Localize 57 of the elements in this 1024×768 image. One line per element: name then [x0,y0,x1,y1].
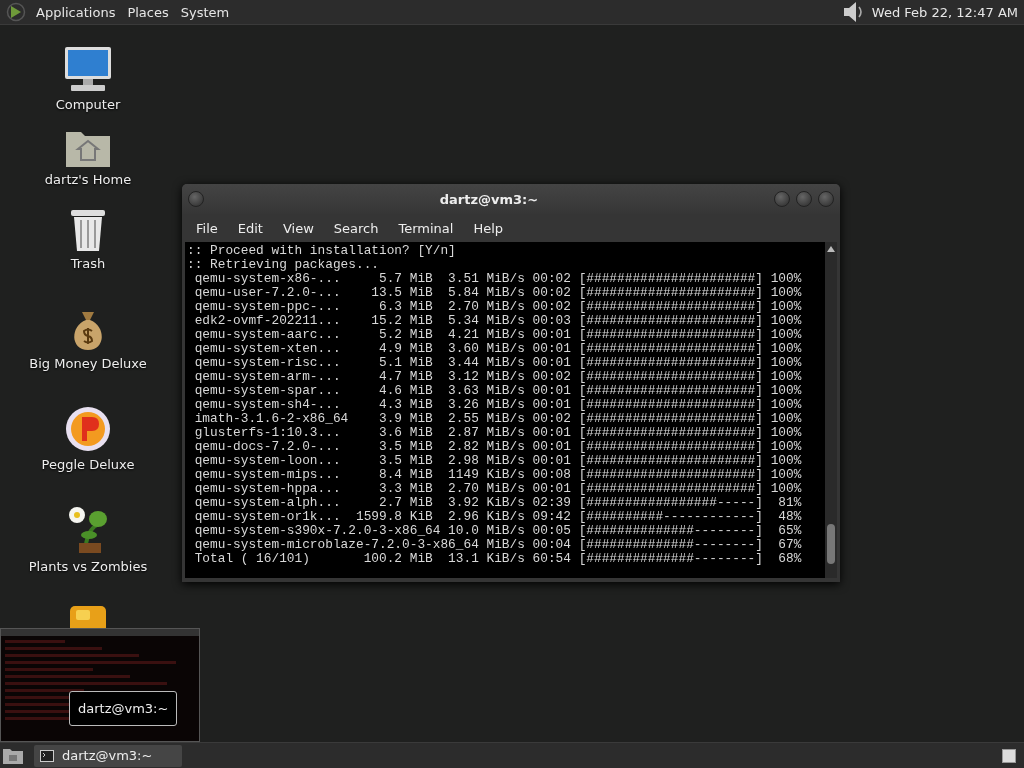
game-icon[interactable] [68,604,108,628]
terminal-icon [40,749,54,762]
terminal-line: qemu-system-alph... 2.7 MiB 3.92 KiB/s 02:39 [#################-----] 81% [193,496,803,510]
terminal-line: qemu-system-x86-... 5.7 MiB 3.51 MiB/s 00:02 [######################] 100% [193,272,803,286]
show-desktop-icon[interactable] [2,746,24,765]
workspace-switcher[interactable] [1002,748,1016,763]
minimize-button[interactable] [774,191,790,207]
menu-item[interactable]: Help [463,220,514,236]
terminal-line: qemu-system-s390x-7.2.0-3-x86_64 10.0 MiB/s 00:05 [##############--------] 65% [193,524,803,538]
desktop-icon-label[interactable]: Plants vs Zombies [28,559,148,574]
menu-item[interactable]: View [272,220,324,236]
menu-item[interactable]: Edit [227,220,273,236]
close-button[interactable] [818,191,834,207]
terminal-line: qemu-system-spar... 4.6 MiB 3.63 MiB/s 00:01 [######################] 100% [193,384,803,398]
scrollbar[interactable] [825,242,837,578]
window-menu-button[interactable] [188,191,204,207]
terminal-line: imath-3.1.6-2-x86_64 3.9 MiB 2.55 MiB/s 00:02 [######################] 100% [193,412,803,426]
terminal-line: qemu-system-loon... 3.5 MiB 2.98 MiB/s 00:01 [######################] 100% [193,454,803,468]
desktop-icon-label[interactable]: Peggle Deluxe [41,457,135,472]
window-preview-label: dartz@vm3:~ [69,691,178,726]
peggle-ball-icon[interactable] [64,405,112,453]
terminal-line: :: Proceed with installation? [Y/n] [187,244,457,258]
terminal-line: :: Retrieving packages... [187,258,380,272]
desktop-icon-label[interactable]: Big Money Deluxe [29,356,147,371]
terminal-line: edk2-ovmf-202211... 15.2 MiB 5.34 MiB/s 00:03 [######################] 100% [193,314,803,328]
terminal-line: qemu-user-7.2.0-... 13.5 MiB 5.84 MiB/s 00:02 [######################] 100% [193,286,803,300]
terminal-line: qemu-system-or1k... 1599.8 KiB 2.96 KiB/s 09:42 [##########------------] 48% [193,510,803,524]
desktop-icon-label[interactable]: Trash [70,256,106,271]
menu-item[interactable]: Terminal [388,220,464,236]
panel-menu[interactable]: System [180,4,230,20]
menu-item[interactable]: File [186,220,228,236]
trash-icon[interactable] [68,208,108,252]
scroll-up-icon[interactable] [827,246,835,252]
taskbar-button[interactable]: dartz@vm3:~ [34,744,183,767]
scrollbar-thumb[interactable] [827,524,835,564]
menu-logo-icon[interactable] [6,2,26,22]
terminal-line: qemu-system-aarc... 5.2 MiB 4.21 MiB/s 00:01 [######################] 100% [193,328,803,342]
desktop-icon-label[interactable]: dartz's Home [44,172,132,187]
window-title: dartz@vm3:~ [438,191,540,207]
terminal-line: qemu-system-risc... 5.1 MiB 3.44 MiB/s 00:01 [######################] 100% [193,356,803,370]
terminal-line: qemu-system-xten... 4.9 MiB 3.60 MiB/s 00:01 [######################] 100% [193,342,803,356]
terminal-line: qemu-system-arm-... 4.7 MiB 3.12 MiB/s 00:02 [######################] 100% [193,370,803,384]
maximize-button[interactable] [796,191,812,207]
menu-item[interactable]: Search [323,220,389,236]
desktop-icon-label[interactable]: Computer [55,97,121,112]
computer-icon[interactable] [63,45,113,93]
terminal-line: qemu-system-sh4-... 4.3 MiB 3.26 MiB/s 00:01 [######################] 100% [193,398,803,412]
clock[interactable]: Wed Feb 22, 12:47 AM [871,4,1018,20]
terminal-line: qemu-system-hppa... 3.3 MiB 2.70 MiB/s 00:01 [######################] 100% [193,482,803,496]
panel-menu[interactable]: Applications [36,4,116,20]
terminal-line: qemu-system-microblaze-7.2.0-3-x86_64 MiB/s 00:04 [##############--------] 67% [193,538,803,552]
terminal-line: glusterfs-1:10.3... 3.6 MiB 2.87 MiB/s 00:01 [######################] 100% [193,426,803,440]
terminal-line: qemu-docs-7.2.0-... 3.5 MiB 2.82 MiB/s 00:01 [######################] 100% [193,440,803,454]
terminal-line: qemu-system-mips... 8.4 MiB 1149 KiB/s 00:08 [######################] 100% [193,468,803,482]
panel-menu[interactable]: Places [127,4,169,20]
terminal-line: Total ( 16/101) 100.2 MiB 13.1 KiB/s 60:54 [##############--------] 68% [193,552,803,566]
terminal-line: qemu-system-ppc-... 6.3 MiB 2.70 MiB/s 00:02 [######################] 100% [193,300,803,314]
